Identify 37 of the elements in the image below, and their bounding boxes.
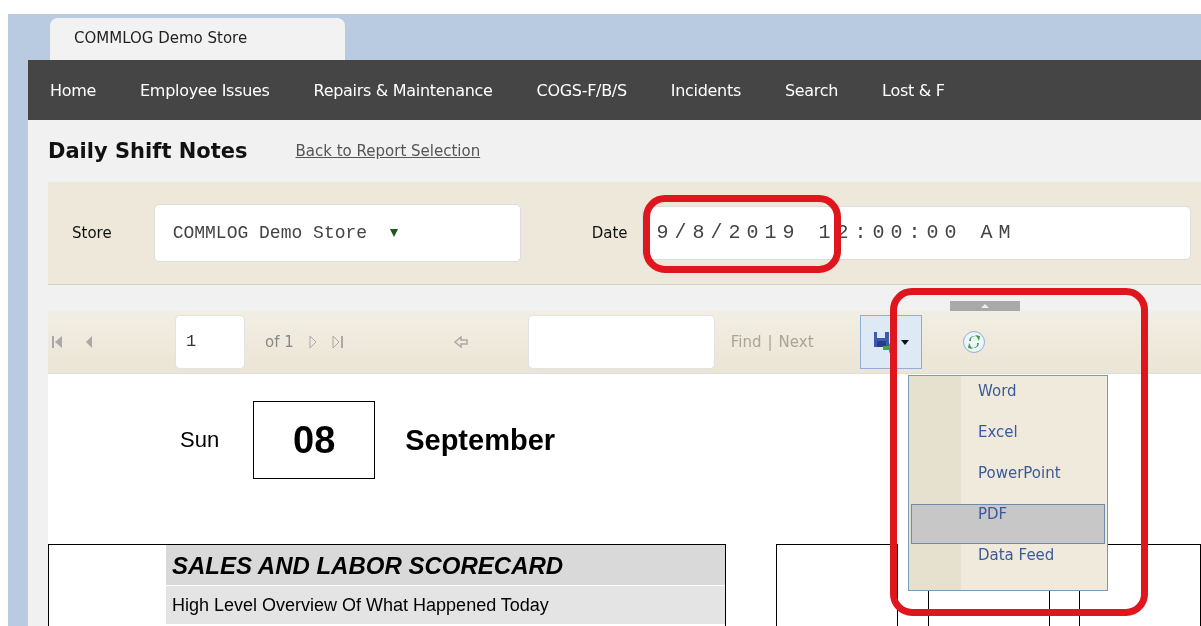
menu-item[interactable]: Excel xyxy=(911,422,1105,462)
nav-link[interactable]: Incidents xyxy=(670,80,741,100)
back-arrow-icon[interactable] xyxy=(453,335,468,349)
nav-link[interactable]: Lost & F xyxy=(882,80,945,100)
last-page-icon[interactable] xyxy=(331,334,344,350)
menu-item[interactable]: Word xyxy=(911,381,1105,421)
store-tab[interactable]: COMMLOG Demo Store xyxy=(50,18,345,60)
dropdown-caret-icon xyxy=(389,228,400,238)
nav-link[interactable]: Employee Issues xyxy=(140,80,270,100)
caret-icon xyxy=(900,339,909,345)
link-separator: | xyxy=(767,333,773,351)
weekday-label: Sun xyxy=(180,427,220,453)
page-count: of 1 xyxy=(265,333,294,351)
refresh-icon[interactable] xyxy=(961,330,986,354)
day-number: 08 xyxy=(253,401,376,479)
menu-item[interactable]: PowerPoint xyxy=(911,463,1105,503)
page-field[interactable]: 1 xyxy=(175,315,245,369)
scorecard-title: SALES AND LABOR SCORECARD xyxy=(166,545,725,586)
find-field[interactable] xyxy=(527,315,715,369)
page-title: Daily Shift Notes xyxy=(48,139,248,163)
nav-link[interactable]: Repairs & Maintenance xyxy=(313,80,493,100)
date-label: Date xyxy=(591,224,628,242)
store-select[interactable]: COMMLOG Demo Store xyxy=(153,204,521,262)
collapse-handle-icon[interactable] xyxy=(950,301,1020,311)
nav-link[interactable]: Search xyxy=(784,80,839,100)
store-label: Store xyxy=(72,224,112,242)
nav-link[interactable]: COGS-F/B/S xyxy=(536,80,627,100)
menu-item[interactable]: Data Feed xyxy=(911,545,1105,585)
scorecard-subtitle: High Level Overview Of What Happened Today xyxy=(166,586,725,624)
menu-item[interactable]: PDF xyxy=(911,504,1105,544)
back-link[interactable]: Back to Report Selection xyxy=(295,142,481,160)
month-label: September xyxy=(405,423,556,457)
first-page-icon[interactable] xyxy=(52,334,64,350)
next-page-icon[interactable] xyxy=(307,334,318,350)
nav-link[interactable]: Home xyxy=(50,80,97,100)
previous-page-icon[interactable] xyxy=(84,334,94,350)
export-button[interactable] xyxy=(859,315,922,369)
